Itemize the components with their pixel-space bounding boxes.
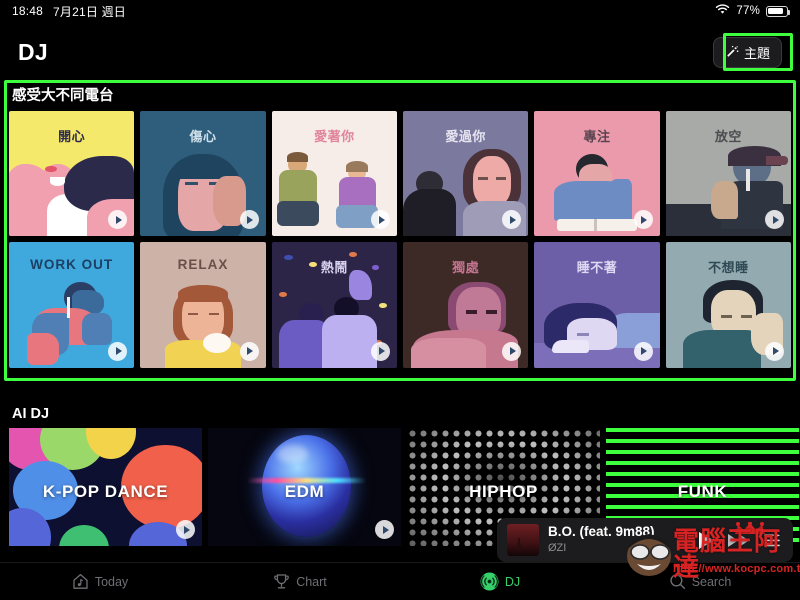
radio-tile-chill[interactable]: 放空 — [665, 111, 791, 237]
play-icon[interactable] — [633, 210, 653, 230]
tab-label: Search — [691, 574, 732, 589]
play-icon[interactable] — [502, 341, 522, 361]
track-artist: ØZI — [548, 542, 567, 555]
trophy-icon — [273, 573, 290, 590]
ai-dj-section-title: AI DJ — [12, 406, 50, 422]
tile-label: 放空 — [714, 129, 742, 145]
tile-label: RELAX — [177, 257, 229, 273]
theme-button-wrap: 主題 — [712, 36, 782, 68]
tile-label: WORK OUT — [30, 257, 114, 273]
album-art — [507, 524, 539, 556]
ai-dj-tile-edm[interactable]: EDM — [208, 428, 401, 546]
status-date: 7月21日 週日 — [53, 4, 126, 19]
mood-radio-grid: 開心 傷心 愛著你 愛過你 專注 放空 WORK OUT RELAX 熱鬧 獨處… — [0, 111, 800, 368]
theme-button[interactable]: 主題 — [712, 36, 782, 68]
tab-dj[interactable]: DJ — [400, 572, 600, 591]
tile-label: 獨處 — [452, 260, 480, 276]
ai-dj-tile-label: HIPHOP — [469, 482, 538, 502]
mood-radio-section-title: 感受大不同電台 — [12, 88, 114, 104]
theme-button-label: 主題 — [743, 45, 770, 61]
tile-label: 愛過你 — [445, 129, 486, 145]
tab-bar: Today Chart DJ Search — [0, 562, 800, 600]
home-note-icon — [72, 573, 89, 590]
tab-search[interactable]: Search — [600, 573, 800, 590]
tile-label: 專注 — [583, 129, 611, 145]
page-header: DJ 主題 — [0, 30, 800, 74]
app-screen: 18:48 7月21日 週日 77% DJ 主題 感受大不同電台 開心 傷心 愛… — [0, 0, 800, 600]
play-icon[interactable] — [633, 341, 653, 361]
tile-label: 不想睡 — [708, 260, 749, 276]
magic-wand-icon — [725, 45, 739, 59]
ai-dj-tile-label: FUNK — [677, 482, 728, 502]
status-time: 18:48 — [12, 4, 44, 18]
mini-player-meta: B.O. (feat. 9m88) ØZI — [548, 524, 689, 555]
play-icon[interactable] — [375, 520, 394, 539]
queue-list-icon[interactable] — [763, 533, 781, 548]
wifi-icon — [715, 4, 730, 18]
play-icon[interactable] — [698, 531, 715, 550]
play-icon[interactable] — [108, 341, 128, 361]
mini-player[interactable]: B.O. (feat. 9m88) ØZI — [497, 518, 793, 562]
tab-label: Today — [94, 574, 129, 589]
ai-dj-tile-kpop-dance[interactable]: K-POP DANCE — [9, 428, 202, 546]
play-icon[interactable] — [239, 210, 259, 230]
tile-label: 開心 — [58, 129, 86, 145]
track-title: B.O. (feat. 9m88) — [548, 524, 655, 540]
status-bar: 18:48 7月21日 週日 77% — [0, 0, 800, 22]
tile-label: 睡不著 — [576, 260, 618, 276]
tile-label: 熱鬧 — [320, 260, 348, 276]
fast-forward-icon[interactable] — [728, 533, 750, 548]
radio-tile-workout[interactable]: WORK OUT — [9, 242, 135, 368]
tile-label: 愛著你 — [314, 129, 355, 145]
status-bar-right: 77% — [715, 4, 790, 18]
tab-label: Chart — [296, 574, 327, 589]
radio-tile-nosleep[interactable]: 不想睡 — [665, 242, 791, 368]
radio-tile-relax[interactable]: RELAX — [140, 242, 266, 368]
radio-tile-loved[interactable]: 愛過你 — [403, 111, 529, 237]
broadcast-icon — [480, 572, 499, 591]
tab-chart[interactable]: Chart — [200, 573, 400, 590]
play-icon[interactable] — [371, 341, 390, 361]
page-title: DJ — [18, 38, 49, 65]
radio-tile-happy[interactable]: 開心 — [9, 111, 135, 237]
mini-player-controls — [698, 531, 783, 550]
search-icon — [669, 573, 686, 590]
status-bar-left: 18:48 7月21日 週日 — [12, 3, 126, 20]
battery-percent: 77% — [736, 5, 760, 17]
play-icon[interactable] — [239, 341, 259, 361]
radio-tile-sad[interactable]: 傷心 — [140, 111, 266, 237]
radio-tile-focus[interactable]: 專注 — [534, 111, 660, 237]
ai-dj-tile-label: EDM — [284, 482, 325, 502]
play-icon[interactable] — [765, 341, 784, 361]
ai-dj-tile-label: K-POP DANCE — [42, 482, 169, 502]
radio-tile-party[interactable]: 熱鬧 — [271, 242, 397, 368]
radio-tile-alone[interactable]: 獨處 — [403, 242, 529, 368]
tab-today[interactable]: Today — [0, 573, 200, 590]
tile-label: 傷心 — [189, 129, 217, 145]
battery-icon — [766, 5, 790, 17]
tab-label: DJ — [504, 574, 521, 589]
play-icon[interactable] — [176, 520, 195, 539]
radio-tile-loving[interactable]: 愛著你 — [271, 111, 397, 237]
radio-tile-insomnia[interactable]: 睡不著 — [534, 242, 660, 368]
mood-radio-section: 感受大不同電台 開心 傷心 愛著你 愛過你 專注 放空 WORK OUT REL… — [0, 84, 800, 368]
